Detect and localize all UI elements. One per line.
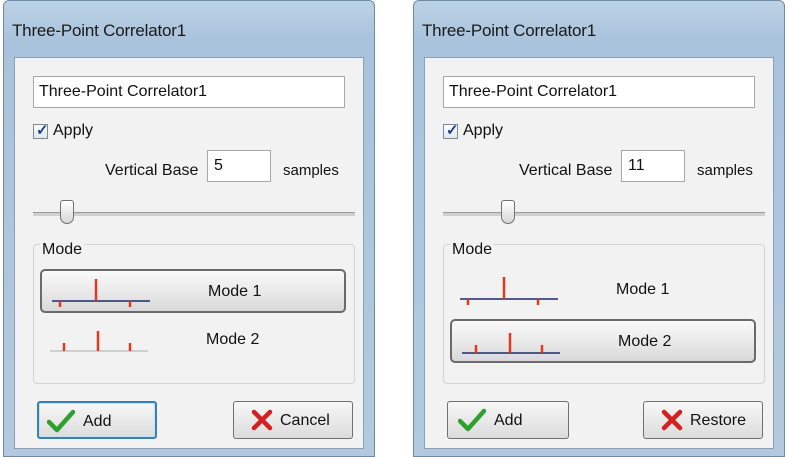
apply-checkbox[interactable]: ✓ [443, 122, 459, 139]
red-x-icon [251, 409, 273, 431]
dialog-body: Three-Point Correlator1 ✓ Apply Vertical… [424, 57, 774, 449]
mode-1-icon [460, 277, 558, 305]
dialog-title: Three-Point Correlator1 [12, 21, 186, 40]
title-bar[interactable]: Three-Point Correlator1 [414, 1, 784, 57]
green-checkmark-icon [458, 408, 486, 432]
name-input[interactable]: Three-Point Correlator1 [443, 76, 755, 108]
mode-group-label: Mode [450, 241, 495, 259]
vertical-base-slider-track[interactable] [443, 212, 765, 216]
add-label: Add [494, 412, 523, 429]
mode-1-button[interactable]: Mode 1 [450, 269, 756, 313]
apply-checkbox[interactable]: ✓ [33, 122, 49, 139]
apply-label: Apply [53, 122, 94, 139]
cancel-label: Cancel [280, 412, 330, 429]
restore-button[interactable]: Restore [643, 401, 763, 439]
samples-label: samples [697, 162, 753, 179]
mode-1-icon [52, 279, 150, 307]
vertical-base-input[interactable]: 11 [621, 150, 685, 182]
correlator-dialog-right: Three-Point Correlator1 Three-Point Corr… [413, 0, 785, 457]
vertical-base-input[interactable]: 5 [207, 150, 271, 182]
samples-label: samples [283, 162, 339, 179]
dialog-title: Three-Point Correlator1 [422, 21, 596, 40]
mode-group: Mode Mode 1 Mode 2 [33, 241, 355, 384]
name-input[interactable]: Three-Point Correlator1 [33, 76, 345, 108]
add-button[interactable]: Add [37, 401, 157, 439]
mode-2-icon [50, 331, 148, 352]
correlator-dialog-left: Three-Point Correlator1 Three-Point Corr… [3, 0, 375, 457]
mode-1-button[interactable]: Mode 1 [40, 269, 346, 313]
red-x-icon [661, 409, 683, 431]
dialog-body: Three-Point Correlator1 ✓ Apply Vertical… [14, 57, 364, 449]
vertical-base-slider-thumb[interactable] [60, 200, 74, 224]
mode-2-button[interactable]: Mode 2 [40, 319, 346, 363]
vertical-base-label: Vertical Base [105, 162, 199, 179]
mode-group: Mode Mode 1 Mode 2 [443, 241, 765, 384]
cancel-button[interactable]: Cancel [233, 401, 353, 439]
checkmark-icon: ✓ [36, 122, 49, 139]
vertical-base-slider-thumb[interactable] [501, 200, 515, 224]
apply-label: Apply [463, 122, 504, 139]
checkmark-icon: ✓ [446, 122, 459, 139]
mode-1-label: Mode 1 [208, 283, 262, 300]
mode-1-label: Mode 1 [616, 281, 670, 298]
vertical-base-slider-track[interactable] [33, 212, 355, 216]
title-bar[interactable]: Three-Point Correlator1 [4, 1, 374, 57]
vertical-base-label: Vertical Base [519, 162, 613, 179]
add-label: Add [83, 413, 112, 430]
restore-label: Restore [690, 412, 747, 429]
mode-2-icon [462, 333, 560, 354]
mode-2-label: Mode 2 [618, 333, 672, 350]
mode-group-label: Mode [40, 241, 85, 259]
green-checkmark-icon [47, 409, 75, 433]
mode-2-button[interactable]: Mode 2 [450, 319, 756, 363]
add-button[interactable]: Add [447, 401, 569, 439]
mode-2-label: Mode 2 [206, 331, 260, 348]
